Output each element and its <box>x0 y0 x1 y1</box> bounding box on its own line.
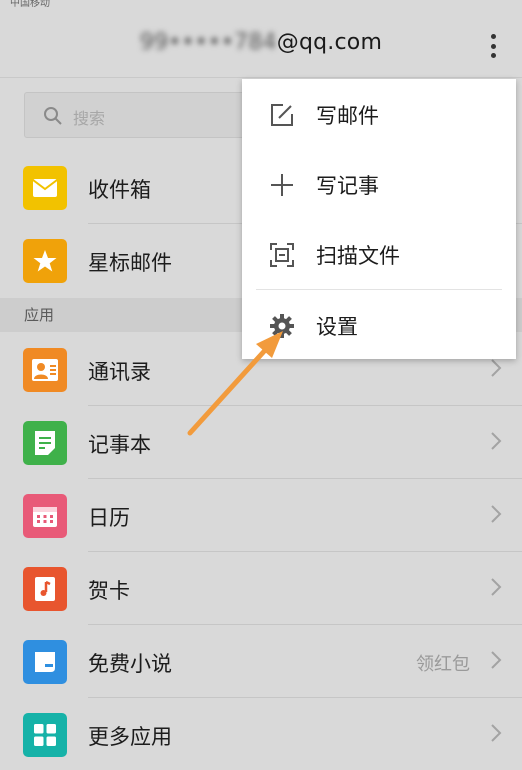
chevron-right-icon <box>491 432 502 450</box>
more-options-button[interactable] <box>486 32 500 60</box>
account-email-domain: @qq.com <box>276 30 383 55</box>
more-dot-icon <box>490 53 496 58</box>
menu-item-label: 设置 <box>316 315 358 339</box>
gear-icon <box>270 314 294 338</box>
carrier-label: 中国移动 <box>10 0 50 9</box>
divider <box>88 551 522 552</box>
contacts-icon <box>23 348 67 392</box>
scan-icon <box>270 243 294 267</box>
menu-item-label: 写邮件 <box>316 104 379 128</box>
search-placeholder: 搜索 <box>73 109 106 128</box>
list-item-label: 贺卡 <box>88 579 130 603</box>
menu-item-new-note[interactable]: 写记事 <box>242 149 516 219</box>
list-item-label: 通讯录 <box>88 360 151 384</box>
notepad-icon <box>23 421 67 465</box>
greeting-card-icon <box>23 567 67 611</box>
more-dot-icon <box>490 43 496 49</box>
search-icon <box>44 107 62 125</box>
plus-icon <box>271 174 293 196</box>
calendar-icon <box>23 494 67 538</box>
list-item-label: 免费小说 <box>88 652 172 676</box>
list-item-notepad[interactable]: 记事本 <box>0 407 522 479</box>
menu-item-compose-mail[interactable]: 写邮件 <box>242 79 516 149</box>
list-item-label: 星标邮件 <box>88 251 172 275</box>
list-item-free-novel[interactable]: 免费小说 领红包 <box>0 626 522 698</box>
divider <box>88 405 522 406</box>
menu-item-label: 扫描文件 <box>316 244 400 268</box>
divider <box>88 624 522 625</box>
chevron-right-icon <box>491 724 502 742</box>
novel-icon <box>23 640 67 684</box>
overflow-menu: 写邮件 写记事 扫描文件 设置 <box>242 79 516 359</box>
chevron-right-icon <box>491 578 502 596</box>
divider <box>88 697 522 698</box>
list-item-greeting-card[interactable]: 贺卡 <box>0 553 522 625</box>
chevron-right-icon <box>491 359 502 377</box>
divider <box>88 478 522 479</box>
account-email: 99•••••784@qq.com <box>0 30 522 55</box>
list-item-label: 记事本 <box>88 433 151 457</box>
star-icon <box>23 239 67 283</box>
red-packet-promo-label: 领红包 <box>416 654 470 675</box>
envelope-icon <box>23 166 67 210</box>
more-dot-icon <box>490 34 496 39</box>
header: 99•••••784@qq.com <box>0 14 522 78</box>
status-bar: 中国移动 <box>0 0 522 14</box>
list-item-label: 收件箱 <box>88 178 151 202</box>
menu-item-scan-file[interactable]: 扫描文件 <box>242 219 516 289</box>
grid-icon <box>23 713 67 757</box>
list-item-label: 日历 <box>88 506 130 530</box>
list-item-more-apps[interactable]: 更多应用 <box>0 699 522 770</box>
account-email-masked: 99•••••784 <box>139 30 277 55</box>
menu-item-label: 写记事 <box>316 174 379 198</box>
menu-item-settings[interactable]: 设置 <box>242 290 516 360</box>
chevron-right-icon <box>491 651 502 669</box>
list-item-label: 更多应用 <box>88 725 172 749</box>
edit-icon <box>271 104 293 126</box>
list-item-calendar[interactable]: 日历 <box>0 480 522 552</box>
chevron-right-icon <box>491 505 502 523</box>
